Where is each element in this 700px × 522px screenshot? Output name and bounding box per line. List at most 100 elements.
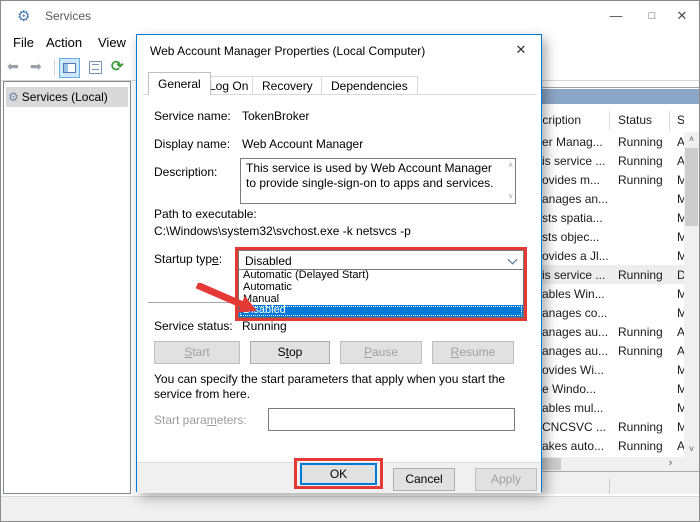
cell-description: anages au... xyxy=(542,325,608,339)
dialog-footer: OK Cancel Apply xyxy=(137,462,541,493)
description-header-label: Description xyxy=(542,113,581,127)
cell-startup-type: A xyxy=(677,135,684,149)
cell-description: ables Win... xyxy=(542,287,608,301)
table-row[interactable]: sts objec... M xyxy=(541,227,684,246)
toolbar-separator xyxy=(54,59,55,76)
dialog-close-icon[interactable]: ✕ xyxy=(501,35,541,64)
startup-type-dropdown: Automatic (Delayed Start) Automatic Manu… xyxy=(238,270,524,318)
cell-status: Running xyxy=(618,325,663,339)
back-icon[interactable]: ⬅ xyxy=(7,58,19,75)
dropdown-option[interactable]: Automatic (Delayed Start) xyxy=(239,270,523,282)
properties-button[interactable] xyxy=(85,58,106,78)
chevron-down-icon xyxy=(508,255,518,265)
tab-dependencies[interactable]: Dependencies xyxy=(321,76,418,95)
scrollbar-thumb[interactable] xyxy=(685,148,698,226)
minimize-button[interactable]: — xyxy=(599,1,633,31)
cell-status: Running xyxy=(618,173,663,187)
resume-button: Resume xyxy=(432,341,514,364)
close-button[interactable]: ✕ xyxy=(665,1,699,31)
table-row[interactable]: anages an... M xyxy=(541,189,684,208)
table-row[interactable]: anages au... Running A xyxy=(541,322,684,341)
menu-action[interactable]: Action xyxy=(46,35,82,50)
pane-header-band xyxy=(541,89,699,104)
show-console-tree-button[interactable] xyxy=(59,58,80,78)
tab-recovery[interactable]: Recovery xyxy=(252,76,323,95)
menu-view[interactable]: View xyxy=(98,35,126,50)
scroll-up-icon[interactable]: ˄ xyxy=(684,132,699,147)
cell-description: ovides Wi... xyxy=(542,363,608,377)
description-label: Description: xyxy=(154,165,217,179)
refresh-icon[interactable]: ⟳ xyxy=(111,57,124,75)
cell-startup-type: A xyxy=(677,154,684,168)
cell-status: Running xyxy=(618,420,663,434)
column-divider[interactable] xyxy=(669,111,670,130)
column-header-status[interactable]: Status xyxy=(618,113,652,127)
table-row[interactable]: ovides a Jl... M xyxy=(541,246,684,265)
cell-status: Running xyxy=(618,154,663,168)
cell-status: Running xyxy=(618,439,663,453)
service-status-value: Running xyxy=(242,319,287,333)
console-tree-icon xyxy=(63,63,76,73)
scroll-right-icon[interactable]: › xyxy=(663,457,678,471)
dialog-title: Web Account Manager Properties (Local Co… xyxy=(150,44,425,58)
cell-status: Running xyxy=(618,135,663,149)
table-row[interactable]: er Manag... Running A xyxy=(541,132,684,151)
column-header-startup-type[interactable]: Startup Type xyxy=(677,113,684,127)
dropdown-option[interactable]: Automatic xyxy=(239,282,523,294)
tab-general[interactable]: General xyxy=(148,72,211,95)
red-annotation-arrow xyxy=(195,283,261,319)
cell-startup-type: A xyxy=(677,344,684,358)
cell-description: sts objec... xyxy=(542,230,608,244)
column-header-description[interactable]: Description xyxy=(542,113,607,127)
description-field[interactable]: This service is used by Web Account Mana… xyxy=(240,158,516,204)
pane-top-border xyxy=(541,87,699,88)
view-tabs-strip xyxy=(541,472,699,494)
services-gear-icon: ⚙ xyxy=(17,7,30,25)
ok-annotation-box: OK xyxy=(294,458,383,489)
menu-file[interactable]: File xyxy=(13,35,34,50)
table-row[interactable]: ables Win... M xyxy=(541,284,684,303)
cell-startup-type: D xyxy=(677,268,684,282)
table-row[interactable]: akes auto... Running A xyxy=(541,436,684,455)
table-row[interactable]: anages co... M xyxy=(541,303,684,322)
scroll-down-icon[interactable]: ˅ xyxy=(684,442,699,457)
description-scroll-up-icon[interactable]: ˄ xyxy=(508,161,513,170)
dropdown-option[interactable]: Manual xyxy=(239,294,523,306)
ok-button[interactable]: OK xyxy=(300,463,377,485)
path-label: Path to executable: xyxy=(154,207,257,221)
sidebar-item-services-local[interactable]: ⚙Services (Local) xyxy=(6,87,128,107)
cancel-button[interactable]: Cancel xyxy=(393,468,455,491)
cell-startup-type: M xyxy=(677,382,684,396)
table-row[interactable]: ovides Wi... M xyxy=(541,360,684,379)
hscrollbar-thumb[interactable] xyxy=(541,458,561,470)
services-window: ⚙ Services — □ ✕ File Action View ⬅ ➡ ⟳ … xyxy=(0,0,700,522)
start-parameters-input[interactable] xyxy=(268,408,515,431)
table-row[interactable]: is service ... Running D xyxy=(541,265,684,284)
column-divider[interactable] xyxy=(609,111,610,130)
horizontal-scrollbar[interactable]: › xyxy=(541,457,699,471)
vertical-scrollbar[interactable]: ˄ ˅ xyxy=(684,132,699,457)
table-row[interactable]: anages au... Running A xyxy=(541,341,684,360)
table-row[interactable]: is service ... Running A xyxy=(541,151,684,170)
startup-type-combobox[interactable]: Disabled xyxy=(238,250,524,270)
list-header-row: Description Status Startup Type xyxy=(541,109,699,132)
cell-description: er Manag... xyxy=(542,135,608,149)
table-row[interactable]: CNCSVC ... Running M xyxy=(541,417,684,436)
stop-button[interactable]: Stop xyxy=(250,341,330,364)
view-tabs-divider xyxy=(609,479,610,494)
table-row[interactable]: e Windo... M xyxy=(541,379,684,398)
cell-startup-type: M xyxy=(677,192,684,206)
maximize-button[interactable]: □ xyxy=(635,1,669,31)
table-row[interactable]: ables mul... M xyxy=(541,398,684,417)
startup-type-selected-value: Disabled xyxy=(245,254,292,268)
description-scroll-down-icon[interactable]: ˅ xyxy=(508,192,513,201)
table-row[interactable]: ovides m... Running M xyxy=(541,170,684,189)
table-row[interactable]: sts spatia... M xyxy=(541,208,684,227)
pause-button: Pause xyxy=(340,341,422,364)
cell-description: ovides m... xyxy=(542,173,608,187)
services-node-label: Services (Local) xyxy=(22,90,108,104)
forward-icon[interactable]: ➡ xyxy=(30,58,42,75)
startup-type-annotation-box: Disabled Automatic (Delayed Start) Autom… xyxy=(235,247,527,321)
dropdown-option[interactable]: Disabled xyxy=(239,305,523,317)
start-parameters-note: You can specify the start parameters tha… xyxy=(154,372,526,402)
